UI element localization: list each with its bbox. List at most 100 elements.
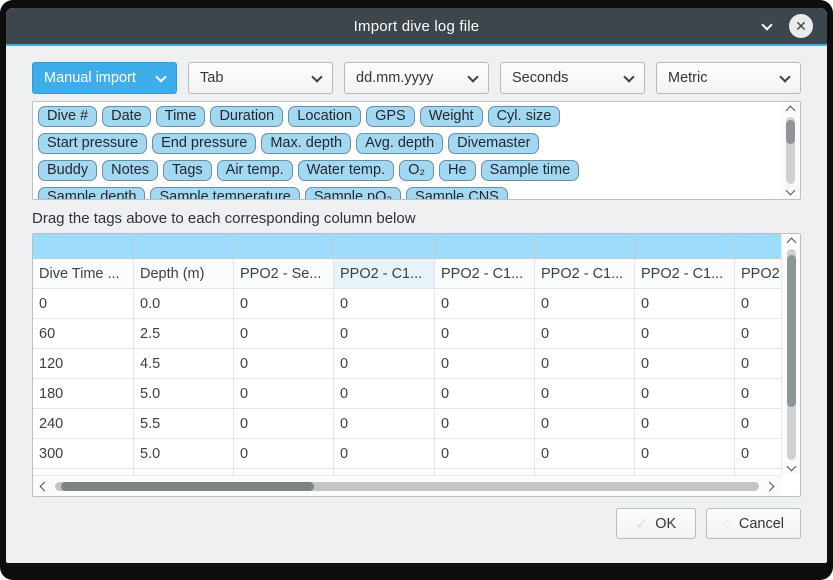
scroll-down-icon[interactable] [786,186,796,196]
tag-gps[interactable]: GPS [366,106,415,127]
dialog-buttons: ✓ OK ◌ Cancel [32,508,801,539]
titlebar-accent-line [6,44,827,46]
tag-scrollbar-track[interactable] [786,117,795,184]
column-drop-zone-7[interactable] [735,234,781,258]
select-seconds[interactable]: Seconds [500,62,645,94]
tag-dive[interactable]: Dive # [38,106,97,127]
tag-date[interactable]: Date [102,106,151,127]
table-cell: 0 [735,379,781,408]
tag-avg-depth[interactable]: Avg. depth [356,133,443,154]
table-cell: 0 [234,349,334,378]
scroll-down-icon[interactable] [786,462,796,472]
tag-start-pressure[interactable]: Start pressure [38,133,147,154]
tag-row: Start pressureEnd pressureMax. depthAvg.… [38,133,776,154]
table-cell: 0 [334,319,435,348]
table-header-cell-1[interactable]: Depth (m) [134,259,234,288]
chevron-down-icon [467,71,478,82]
scroll-up-icon[interactable] [786,238,796,248]
tag-cyl-size[interactable]: Cyl. size [488,106,561,127]
column-drop-zone-5[interactable] [535,234,635,258]
tag-sample-time[interactable]: Sample time [481,160,580,181]
column-drop-zone-0[interactable] [33,234,134,258]
table-cell: 0 [635,439,735,468]
scroll-up-icon[interactable] [786,106,796,116]
select-tab[interactable]: Tab [188,62,333,94]
table-body: 00.0000000602.50000001204.50000001805.00… [33,289,781,475]
column-drop-zone-4[interactable] [435,234,535,258]
select-value: dd.mm.yyyy [356,70,433,86]
cancel-button[interactable]: ◌ Cancel [706,508,801,539]
tag-location[interactable]: Location [288,106,361,127]
tag-buddy[interactable]: Buddy [38,160,97,181]
table-vertical-scrollbar[interactable] [781,234,800,475]
table-cell: 0 [535,379,635,408]
tag-sample-po[interactable]: Sample pO₂ [305,187,401,199]
import-preview-table: Dive Time ...Depth (m)PPO2 - Se...PPO2 -… [32,233,801,497]
table-header-cell-4[interactable]: PPO2 - C1... [435,259,535,288]
table-vscrollbar-track[interactable] [787,249,796,460]
close-icon: ✕ [795,19,807,33]
scroll-left-icon[interactable] [40,482,50,492]
tag-he[interactable]: He [439,160,476,181]
table-cell: 0 [33,289,134,318]
close-button[interactable]: ✕ [789,14,813,38]
table-cell: 0 [435,409,535,438]
table-cell: 0 [234,409,334,438]
scroll-right-icon[interactable] [765,482,775,492]
table-row: 1805.0000000 [33,379,781,409]
tag-o[interactable]: O₂ [399,160,434,181]
table-cell: 300 [33,439,134,468]
table-header-row: Dive Time ...Depth (m)PPO2 - Se...PPO2 -… [33,259,781,289]
titlebar[interactable]: Import dive log file ✕ [6,8,827,44]
tag-duration[interactable]: Duration [210,106,283,127]
table-hscrollbar-track[interactable] [55,482,759,491]
shade-window-icon[interactable] [761,19,772,30]
table-cell: 0 [535,289,635,318]
select-value: Tab [200,70,223,86]
tag-max-depth[interactable]: Max. depth [261,133,351,154]
table-cell: 5.5 [134,409,234,438]
tag-divemaster[interactable]: Divemaster [448,133,539,154]
ok-button[interactable]: ✓ OK [616,508,696,539]
table-cell: 60 [33,319,134,348]
tag-tags[interactable]: Tags [163,160,212,181]
table-row: 2405.5000000 [33,409,781,439]
table-cell: 240 [33,409,134,438]
table-cell: 0 [735,319,781,348]
tag-sample-depth[interactable]: Sample depth [38,187,145,199]
table-header-cell-2[interactable]: PPO2 - Se... [234,259,334,288]
table-cell: 4.5 [134,349,234,378]
column-drop-zone-1[interactable] [134,234,234,258]
select-metric[interactable]: Metric [656,62,801,94]
tag-notes[interactable]: Notes [102,160,158,181]
tag-scrollbar-thumb[interactable] [786,120,795,144]
table-cell: 0 [435,349,535,378]
tag-water-temp[interactable]: Water temp. [298,160,394,181]
chevron-down-icon [623,71,634,82]
table-header-cell-0[interactable]: Dive Time ... [33,259,134,288]
table-horizontal-scrollbar[interactable] [33,475,781,496]
table-header-cell-3[interactable]: PPO2 - C1... [334,259,435,288]
column-drop-zone-2[interactable] [234,234,334,258]
table-header-cell-5[interactable]: PPO2 - C1... [535,259,635,288]
table-hscrollbar-thumb[interactable] [61,482,314,491]
select-dd-mm-yyyy[interactable]: dd.mm.yyyy [344,62,489,94]
tag-row: Sample depth Sample temperature Sample pO₂… [38,187,776,199]
tag-panel-scrollbar[interactable] [781,102,800,199]
column-drop-zone-6[interactable] [635,234,735,258]
column-drop-zone-3[interactable] [334,234,435,258]
window-frame: Import dive log file ✕ Manual import Tab d… [0,0,833,580]
table-cell: 0 [334,439,435,468]
tag-air-temp[interactable]: Air temp. [217,160,293,181]
tag-weight[interactable]: Weight [420,106,483,127]
table-vscrollbar-thumb[interactable] [787,255,796,407]
table-header-cell-6[interactable]: PPO2 - C1... [635,259,735,288]
tag-end-pressure[interactable]: End pressure [152,133,256,154]
tag-sample-temperature[interactable]: Sample temperature [150,187,299,199]
tag-sample-cns[interactable]: Sample CNS [406,187,508,199]
select-manual-import[interactable]: Manual import [32,62,177,94]
table-header-cell-7[interactable]: PPO2 [735,259,781,288]
table-cell: 0 [234,319,334,348]
cancel-label: Cancel [739,516,784,532]
tag-time[interactable]: Time [156,106,206,127]
